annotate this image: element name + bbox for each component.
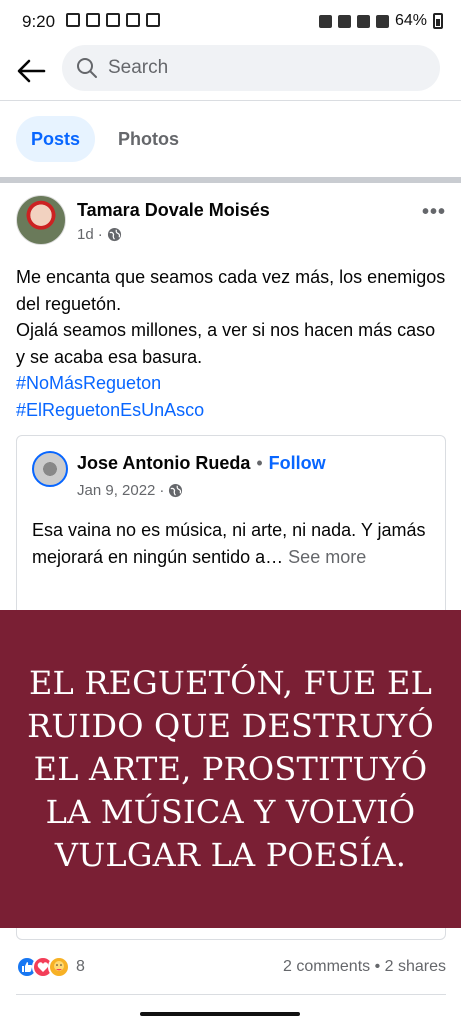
reaction-count: 8 [76, 958, 85, 975]
wifi-icon [356, 14, 370, 28]
battery-percent: 64% [394, 12, 427, 29]
post-author[interactable]: Tamara Dovale Moisés [77, 200, 270, 221]
image-icon [146, 13, 160, 27]
separator-dot: • [256, 453, 263, 473]
status-time: 9:20 [22, 12, 56, 31]
search-icon [77, 58, 97, 78]
reactions-summary[interactable]: 8 [16, 956, 85, 978]
battery-icon [433, 13, 443, 29]
notification-icon [106, 13, 120, 27]
home-indicator [140, 1012, 300, 1016]
shared-image[interactable]: EL REGUETÓN, FUE EL RUIDO QUE DESTRUYÓ E… [0, 610, 461, 928]
tab-photos[interactable]: Photos [103, 116, 194, 162]
meta-separator: · [97, 226, 103, 243]
mute-icon [337, 14, 351, 28]
shared-avatar[interactable] [32, 451, 68, 487]
more-options-button[interactable]: ••• [422, 201, 446, 224]
notification-icon [66, 13, 80, 27]
shared-meta: Jan 9, 2022 · [77, 482, 183, 499]
post-footer: 8 2 comments • 2 shares [16, 953, 446, 981]
section-divider [0, 177, 461, 183]
notification-icons [66, 13, 160, 27]
search-row: Search [0, 44, 461, 100]
notification-icon [86, 13, 100, 27]
post-header: Tamara Dovale Moisés 1d · ••• [16, 195, 446, 251]
search-placeholder: Search [108, 57, 169, 78]
post-time[interactable]: 1d [77, 226, 94, 243]
status-bar: 9:20 64% [0, 0, 461, 42]
signal-icon [375, 14, 389, 28]
system-status: 64% [318, 12, 443, 30]
avatar[interactable] [16, 195, 66, 245]
image-quote-text: EL REGUETÓN, FUE EL RUIDO QUE DESTRUYÓ E… [27, 663, 434, 874]
notification-icon [126, 13, 140, 27]
meta-separator: · [159, 482, 165, 499]
post-text: Me encanta que seamos cada vez más, los … [16, 264, 448, 423]
shared-author-row: Jose Antonio Rueda • Follow [77, 453, 326, 474]
follow-button[interactable]: Follow [269, 453, 326, 473]
back-arrow-icon [17, 59, 46, 83]
globe-icon [169, 483, 183, 498]
post-meta: 1d · [77, 226, 122, 243]
globe-icon [107, 227, 121, 242]
alarm-icon [318, 14, 332, 28]
comments-shares-stats[interactable]: 2 comments • 2 shares [283, 958, 446, 976]
shared-author[interactable]: Jose Antonio Rueda [77, 453, 250, 473]
back-button[interactable] [14, 54, 48, 88]
post-text-line: Ojalá seamos millones, a ver si nos hace… [16, 320, 436, 367]
post-text-line: Me encanta que seamos cada vez más, los … [16, 267, 446, 314]
hashtag-link[interactable]: #ElReguetonEsUnAsco [16, 397, 448, 424]
shared-text-body: Esa vaina no es música, ni arte, ni nada… [32, 520, 426, 567]
divider [0, 100, 461, 101]
filter-tabs: Posts Photos [16, 116, 194, 162]
see-more-link[interactable]: See more [288, 547, 366, 567]
shared-text: Esa vaina no es música, ni arte, ni nada… [32, 517, 432, 570]
hashtag-link[interactable]: #NoMásRegueton [16, 370, 448, 397]
care-reaction-icon [48, 956, 70, 978]
tab-posts[interactable]: Posts [16, 116, 96, 162]
search-input[interactable]: Search [62, 45, 440, 91]
shared-date[interactable]: Jan 9, 2022 [77, 482, 155, 499]
divider [16, 994, 446, 995]
